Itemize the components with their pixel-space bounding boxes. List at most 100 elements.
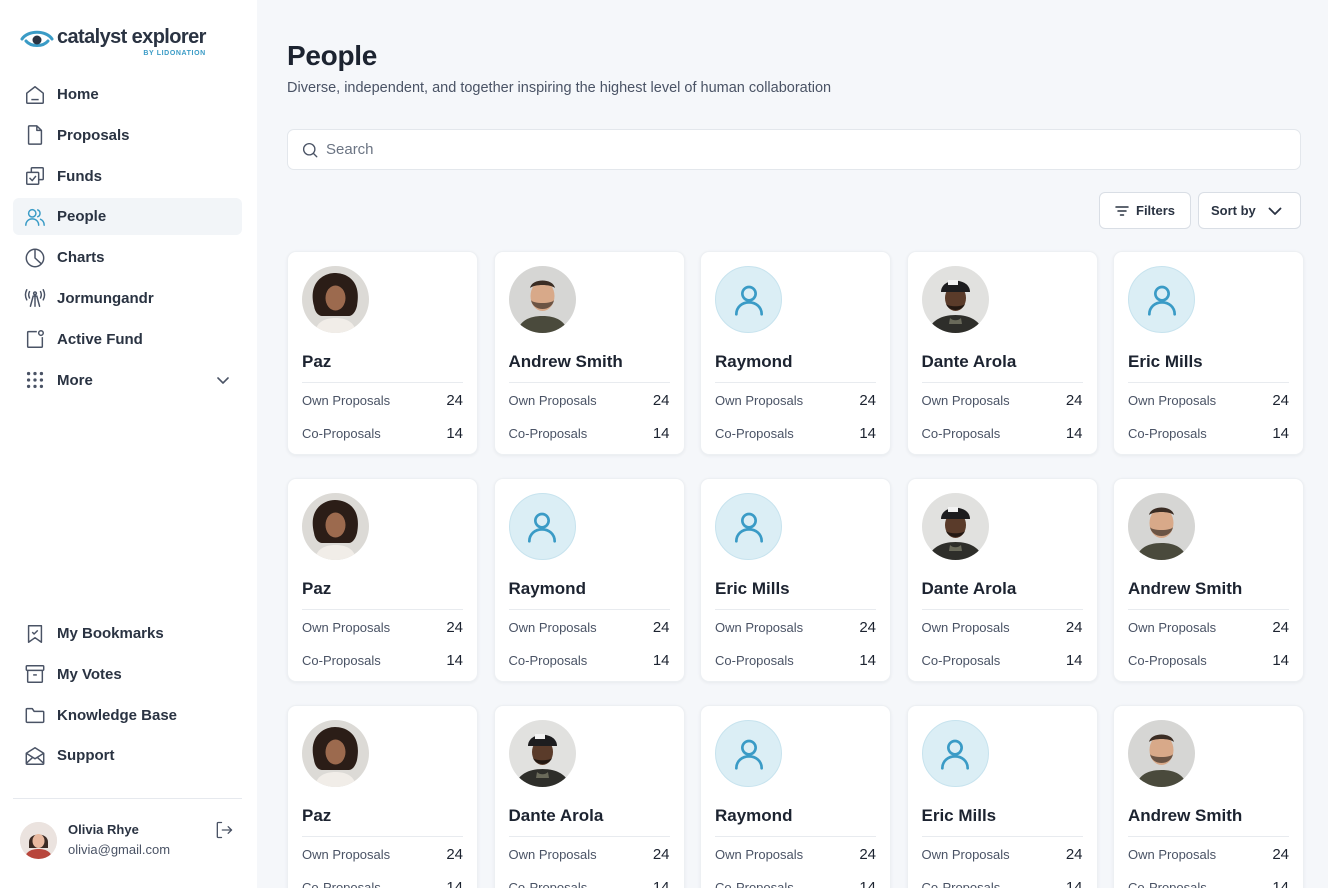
divider [715, 609, 876, 610]
user-placeholder-icon [508, 493, 576, 560]
divider [302, 382, 463, 383]
nav-item-active-fund[interactable]: Active Fund [13, 321, 242, 358]
home-icon [24, 84, 46, 106]
person-card[interactable]: Paz Own Proposals 24 Co-Proposals 14 [287, 251, 478, 455]
person-name: Raymond [508, 579, 586, 598]
person-card[interactable]: Raymond Own Proposals 24 Co-Proposals 14 [700, 705, 891, 888]
nav-item-my-bookmarks[interactable]: My Bookmarks [13, 615, 242, 652]
own-proposals-count: 24 [1065, 619, 1083, 636]
person-card[interactable]: Paz Own Proposals 24 Co-Proposals 14 [287, 478, 478, 682]
co-proposals-row: Co-Proposals 14 [509, 871, 670, 888]
co-proposals-count: 14 [1065, 879, 1083, 888]
user-placeholder-icon [1128, 266, 1195, 333]
own-proposals-label: Own Proposals [715, 847, 804, 862]
own-proposals-count: 24 [859, 619, 876, 636]
own-proposals-label: Own Proposals [921, 393, 1010, 408]
person-name: Andrew Smith [1128, 579, 1243, 598]
logout-icon[interactable] [214, 820, 234, 840]
divider [508, 609, 670, 610]
mail-icon [24, 745, 46, 767]
search-icon [302, 142, 318, 157]
person-card[interactable]: Eric Mills Own Proposals 24 Co-Proposals 14 [1113, 251, 1304, 455]
own-proposals-row: Own Proposals 24 [302, 384, 463, 417]
nav-item-support[interactable]: Support [13, 737, 242, 774]
person-name: Paz [302, 352, 332, 371]
person-card[interactable]: Raymond Own Proposals 24 Co-Proposals 14 [493, 478, 685, 682]
divider [302, 609, 463, 610]
nav-item-jormungandr[interactable]: Jormungandr [13, 280, 242, 317]
nav-item-funds[interactable]: Funds [13, 158, 242, 195]
sort-by-dropdown[interactable]: Sort by [1198, 192, 1301, 229]
chevron-down-icon [1268, 207, 1282, 215]
own-proposals-count: 24 [446, 392, 463, 409]
logo[interactable]: catalyst explorer BY LIDONATION [20, 26, 206, 58]
co-proposals-row: Co-Proposals 14 [302, 644, 463, 677]
tower-icon [24, 287, 46, 309]
nav-item-people[interactable]: People [13, 198, 242, 236]
search-bar[interactable] [287, 129, 1301, 170]
filters-label: Filters [1136, 203, 1176, 218]
person-card[interactable]: Dante Arola Own Proposals 24 Co-Proposals 14 [906, 251, 1098, 455]
avatar [20, 821, 57, 859]
search-input[interactable] [326, 141, 1226, 158]
person-card[interactable]: Andrew Smith Own Proposals 24 Co-Proposals 1… [1113, 478, 1304, 682]
own-proposals-row: Own Proposals 24 [509, 384, 670, 417]
avatar [1128, 493, 1195, 560]
own-proposals-row: Own Proposals 24 [302, 838, 463, 871]
person-name: Dante Arola [508, 806, 604, 825]
own-proposals-label: Own Proposals [508, 620, 597, 635]
avatar [1128, 720, 1195, 787]
avatar [921, 493, 989, 560]
own-proposals-label: Own Proposals [1128, 620, 1217, 635]
nav-item-charts[interactable]: Charts [13, 239, 242, 276]
user-placeholder-icon [715, 266, 782, 333]
co-proposals-count: 14 [859, 652, 876, 669]
own-proposals-count: 24 [446, 846, 463, 863]
co-proposals-count: 14 [1065, 652, 1083, 669]
co-proposals-count: 14 [1272, 425, 1289, 442]
chevron-down-icon[interactable] [216, 373, 230, 387]
co-proposals-count: 14 [652, 879, 670, 888]
nav-item-more[interactable]: More [13, 362, 242, 399]
archive-icon [24, 663, 46, 685]
nav-item-knowledge-base[interactable]: Knowledge Base [13, 697, 242, 734]
co-proposals-count: 14 [446, 652, 463, 669]
own-proposals-label: Own Proposals [508, 847, 597, 862]
own-proposals-count: 24 [1272, 846, 1289, 863]
user-profile[interactable]: Olivia Rhye olivia@gmail.com [20, 820, 238, 860]
nav-item-home[interactable]: Home [13, 76, 242, 113]
user-email: olivia@gmail.com [68, 842, 171, 857]
person-name: Eric Mills [1128, 352, 1203, 371]
divider [921, 609, 1083, 610]
filters-button[interactable]: Filters [1099, 192, 1191, 229]
own-proposals-label: Own Proposals [302, 620, 391, 635]
co-proposals-label: Co-Proposals [302, 653, 381, 668]
nav-item-proposals[interactable]: Proposals [13, 117, 242, 154]
co-proposals-label: Co-Proposals [921, 653, 1001, 668]
logo-title: catalyst explorer [57, 26, 206, 48]
own-proposals-row: Own Proposals 24 [922, 611, 1083, 644]
own-proposals-count: 24 [652, 619, 670, 636]
co-proposals-label: Co-Proposals [921, 426, 1001, 441]
person-card[interactable]: Raymond Own Proposals 24 Co-Proposals 14 [700, 251, 891, 455]
person-card[interactable]: Andrew Smith Own Proposals 24 Co-Proposals 1… [1113, 705, 1304, 888]
person-card[interactable]: Eric Mills Own Proposals 24 Co-Proposals 14 [700, 478, 891, 682]
own-proposals-count: 24 [652, 392, 670, 409]
own-proposals-row: Own Proposals 24 [509, 611, 670, 644]
person-card[interactable]: Dante Arola Own Proposals 24 Co-Proposals 14 [906, 478, 1098, 682]
nav-item-my-votes[interactable]: My Votes [13, 656, 242, 693]
avatar [921, 266, 989, 333]
person-name: Dante Arola [921, 352, 1017, 371]
person-card[interactable]: Eric Mills Own Proposals 24 Co-Proposals 14 [906, 705, 1098, 888]
person-name: Dante Arola [921, 579, 1017, 598]
co-proposals-count: 14 [859, 425, 876, 442]
divider [715, 836, 876, 837]
co-proposals-row: Co-Proposals 14 [302, 871, 463, 888]
person-card[interactable]: Paz Own Proposals 24 Co-Proposals 14 [287, 705, 478, 888]
own-proposals-label: Own Proposals [508, 393, 597, 408]
co-proposals-label: Co-Proposals [921, 880, 1001, 888]
co-proposals-row: Co-Proposals 14 [1128, 417, 1289, 450]
co-proposals-row: Co-Proposals 14 [302, 417, 463, 450]
person-card[interactable]: Dante Arola Own Proposals 24 Co-Proposals 14 [493, 705, 685, 888]
person-card[interactable]: Andrew Smith Own Proposals 24 Co-Proposals 1… [493, 251, 685, 455]
